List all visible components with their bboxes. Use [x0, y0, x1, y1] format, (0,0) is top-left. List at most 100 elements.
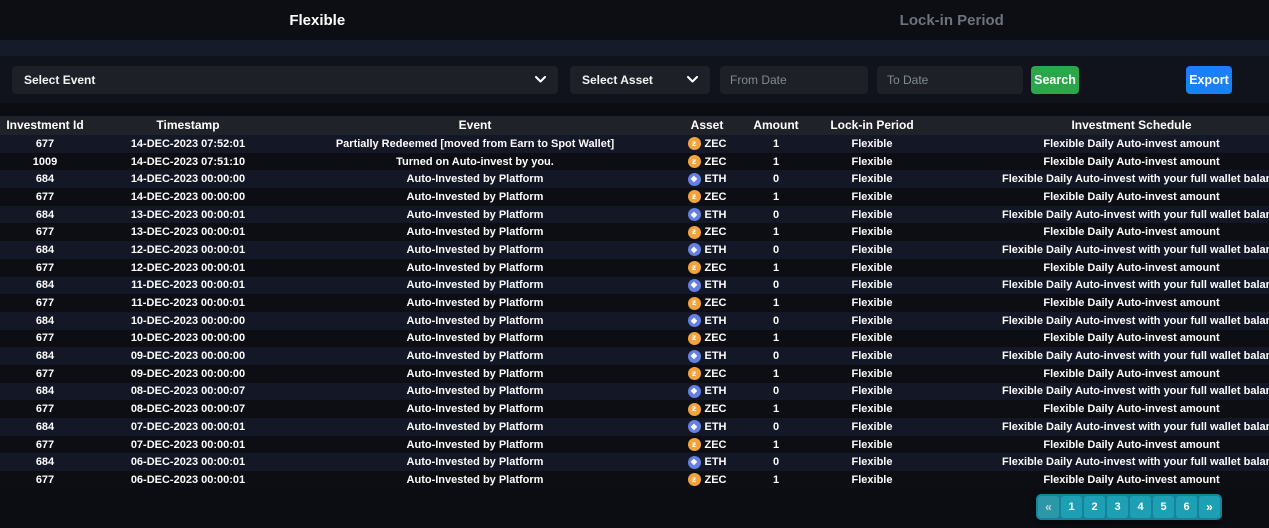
table-row[interactable]: 1009 14-DEC-2023 07:51:10 Turned on Auto…: [0, 153, 1269, 171]
cell-event: Auto-Invested by Platform: [286, 315, 664, 327]
asset-coin-icon: ◆: [688, 279, 701, 292]
search-button[interactable]: Search: [1031, 66, 1079, 94]
asset-ticker: ZEC: [705, 138, 727, 150]
cell-amount: 0: [750, 173, 802, 185]
cell-investment-id: 677: [0, 403, 90, 415]
table-row[interactable]: 684 11-DEC-2023 00:00:01 Auto-Invested b…: [0, 277, 1269, 295]
asset-ticker: ETH: [705, 456, 727, 468]
cell-amount: 1: [750, 439, 802, 451]
table-row[interactable]: 684 06-DEC-2023 00:00:01 Auto-Invested b…: [0, 453, 1269, 471]
cell-asset: ◆ ETH: [664, 279, 750, 292]
asset-coin-icon: ƶ: [688, 261, 701, 274]
table-row[interactable]: 684 14-DEC-2023 00:00:00 Auto-Invested b…: [0, 170, 1269, 188]
cell-lock-in-period: Flexible: [802, 368, 942, 380]
cell-amount: 0: [750, 279, 802, 291]
cell-timestamp: 09-DEC-2023 00:00:00: [90, 350, 286, 362]
asset-ticker: ZEC: [705, 403, 727, 415]
table-row[interactable]: 677 14-DEC-2023 00:00:00 Auto-Invested b…: [0, 188, 1269, 206]
cell-investment-schedule: Flexible Daily Auto-invest amount: [942, 439, 1269, 451]
cell-amount: 1: [750, 297, 802, 309]
cell-investment-id: 684: [0, 315, 90, 327]
select-asset-dropdown[interactable]: Select Asset: [570, 66, 710, 94]
cell-lock-in-period: Flexible: [802, 439, 942, 451]
cell-event: Auto-Invested by Platform: [286, 244, 664, 256]
cell-event: Auto-Invested by Platform: [286, 439, 664, 451]
table-row[interactable]: 677 07-DEC-2023 00:00:01 Auto-Invested b…: [0, 436, 1269, 454]
export-button[interactable]: Export: [1186, 66, 1232, 94]
cell-asset: ƶ ZEC: [664, 403, 750, 416]
cell-event: Auto-Invested by Platform: [286, 262, 664, 274]
investment-history-table: Investment Id Timestamp Event Asset Amou…: [0, 116, 1269, 489]
from-date-input[interactable]: [720, 66, 868, 94]
cell-investment-schedule: Flexible Daily Auto-invest with your ful…: [942, 350, 1269, 362]
column-header-investment-schedule: Investment Schedule: [942, 116, 1269, 135]
table-row[interactable]: 677 11-DEC-2023 00:00:01 Auto-Invested b…: [0, 294, 1269, 312]
cell-amount: 0: [750, 315, 802, 327]
asset-ticker: ETH: [705, 315, 727, 327]
cell-event: Auto-Invested by Platform: [286, 474, 664, 486]
pagination-page-2[interactable]: 2: [1084, 496, 1105, 518]
cell-investment-schedule: Flexible Daily Auto-invest amount: [942, 226, 1269, 238]
cell-investment-schedule: Flexible Daily Auto-invest amount: [942, 368, 1269, 380]
table-row[interactable]: 677 13-DEC-2023 00:00:01 Auto-Invested b…: [0, 223, 1269, 241]
asset-ticker: ZEC: [705, 297, 727, 309]
asset-ticker: ETH: [705, 385, 727, 397]
asset-ticker: ZEC: [705, 439, 727, 451]
table-row[interactable]: 677 10-DEC-2023 00:00:00 Auto-Invested b…: [0, 330, 1269, 348]
column-header-asset: Asset: [664, 116, 750, 135]
cell-investment-schedule: Flexible Daily Auto-invest with your ful…: [942, 279, 1269, 291]
pagination-page-6[interactable]: 6: [1176, 496, 1197, 518]
cell-timestamp: 12-DEC-2023 00:00:01: [90, 262, 286, 274]
asset-coin-icon: ƶ: [688, 473, 701, 486]
table-row[interactable]: 677 12-DEC-2023 00:00:01 Auto-Invested b…: [0, 259, 1269, 277]
asset-coin-icon: ◆: [688, 243, 701, 256]
cell-event: Turned on Auto-invest by you.: [286, 156, 664, 168]
cell-event: Auto-Invested by Platform: [286, 209, 664, 221]
cell-event: Auto-Invested by Platform: [286, 385, 664, 397]
table-row[interactable]: 677 08-DEC-2023 00:00:07 Auto-Invested b…: [0, 400, 1269, 418]
cell-amount: 0: [750, 456, 802, 468]
table-row[interactable]: 684 13-DEC-2023 00:00:01 Auto-Invested b…: [0, 206, 1269, 224]
to-date-input[interactable]: [877, 66, 1023, 94]
table-row[interactable]: 684 08-DEC-2023 00:00:07 Auto-Invested b…: [0, 383, 1269, 401]
cell-amount: 1: [750, 474, 802, 486]
asset-coin-icon: ƶ: [688, 332, 701, 345]
asset-ticker: ETH: [705, 350, 727, 362]
pagination-prev-button[interactable]: «: [1038, 496, 1059, 518]
table-row[interactable]: 677 09-DEC-2023 00:00:00 Auto-Invested b…: [0, 365, 1269, 383]
cell-amount: 1: [750, 368, 802, 380]
cell-asset: ◆ ETH: [664, 385, 750, 398]
cell-timestamp: 11-DEC-2023 00:00:01: [90, 297, 286, 309]
cell-lock-in-period: Flexible: [802, 209, 942, 221]
cell-event: Auto-Invested by Platform: [286, 173, 664, 185]
cell-event: Auto-Invested by Platform: [286, 191, 664, 203]
tab-lock-in-period[interactable]: Lock-in Period: [635, 0, 1269, 40]
cell-investment-id: 677: [0, 297, 90, 309]
table-row[interactable]: 684 09-DEC-2023 00:00:00 Auto-Invested b…: [0, 347, 1269, 365]
pagination-page-1[interactable]: 1: [1061, 496, 1082, 518]
cell-asset: ƶ ZEC: [664, 438, 750, 451]
pagination-next-button[interactable]: »: [1199, 496, 1220, 518]
cell-asset: ƶ ZEC: [664, 473, 750, 486]
cell-amount: 0: [750, 421, 802, 433]
cell-timestamp: 10-DEC-2023 00:00:00: [90, 332, 286, 344]
cell-investment-schedule: Flexible Daily Auto-invest with your ful…: [942, 209, 1269, 221]
cell-timestamp: 10-DEC-2023 00:00:00: [90, 315, 286, 327]
select-event-dropdown[interactable]: Select Event: [12, 66, 558, 94]
table-row[interactable]: 684 10-DEC-2023 00:00:00 Auto-Invested b…: [0, 312, 1269, 330]
pagination-page-4[interactable]: 4: [1130, 496, 1151, 518]
cell-investment-schedule: Flexible Daily Auto-invest with your ful…: [942, 385, 1269, 397]
asset-ticker: ZEC: [705, 262, 727, 274]
pagination-page-3[interactable]: 3: [1107, 496, 1128, 518]
cell-amount: 1: [750, 262, 802, 274]
cell-asset: ƶ ZEC: [664, 367, 750, 380]
table-row[interactable]: 684 07-DEC-2023 00:00:01 Auto-Invested b…: [0, 418, 1269, 436]
table-row[interactable]: 677 14-DEC-2023 07:52:01 Partially Redee…: [0, 135, 1269, 153]
table-row[interactable]: 677 06-DEC-2023 00:00:01 Auto-Invested b…: [0, 471, 1269, 489]
pagination-page-5[interactable]: 5: [1153, 496, 1174, 518]
cell-asset: ◆ ETH: [664, 456, 750, 469]
table-row[interactable]: 684 12-DEC-2023 00:00:01 Auto-Invested b…: [0, 241, 1269, 259]
cell-investment-id: 684: [0, 173, 90, 185]
tab-flexible[interactable]: Flexible: [0, 0, 635, 40]
cell-asset: ƶ ZEC: [664, 155, 750, 168]
